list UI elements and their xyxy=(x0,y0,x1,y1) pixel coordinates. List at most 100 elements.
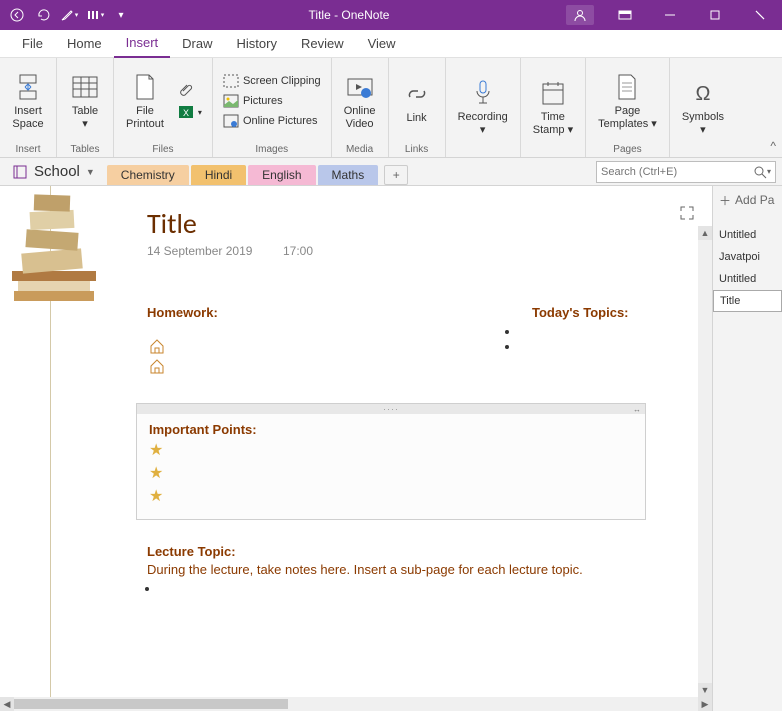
house-tag-icon[interactable] xyxy=(149,338,165,354)
group-pages: PageTemplates ▾ Pages xyxy=(586,58,670,157)
lecture-heading[interactable]: Lecture Topic: xyxy=(147,544,236,559)
symbols-button[interactable]: Ω Symbols▾ xyxy=(676,75,730,138)
group-tables: Table▾ Tables xyxy=(57,58,114,157)
title-bar: ▾ ▾ ▾ Title - OneNote xyxy=(0,0,782,30)
group-label-tables: Tables xyxy=(71,144,100,157)
group-label-images: Images xyxy=(255,144,288,157)
group-label-media: Media xyxy=(346,144,373,157)
group-recording: Recording▾ xyxy=(446,58,521,157)
group-label-files: Files xyxy=(152,144,173,157)
homework-heading[interactable]: Homework: xyxy=(147,305,218,320)
star-tag-icon[interactable]: ★ xyxy=(149,488,163,505)
scroll-left-button[interactable]: ◀ xyxy=(0,697,14,711)
house-tag-icon[interactable] xyxy=(149,358,165,374)
notebook-name: School xyxy=(34,163,80,180)
link-button[interactable]: Link xyxy=(395,76,439,127)
file-printout-icon xyxy=(129,71,161,103)
scroll-thumb[interactable] xyxy=(14,699,288,709)
tab-review[interactable]: Review xyxy=(289,30,356,58)
insert-space-button[interactable]: InsertSpace xyxy=(6,69,50,132)
page-title[interactable]: Title xyxy=(147,206,197,241)
scroll-down-button[interactable]: ▼ xyxy=(698,683,712,697)
paperclip-icon xyxy=(178,82,194,98)
search-input[interactable] xyxy=(601,166,753,178)
star-tag-icon[interactable]: ★ xyxy=(149,442,163,459)
qat-customize-icon[interactable]: ▾ xyxy=(110,4,132,26)
tab-history[interactable]: History xyxy=(225,30,289,58)
vertical-scrollbar[interactable]: ▲▼ xyxy=(698,226,712,697)
page-item[interactable]: Title xyxy=(713,290,782,312)
section-tab-hindi[interactable]: Hindi xyxy=(191,165,246,185)
note-container[interactable]: ····↔ Important Points: ★ ★ ★ xyxy=(136,403,646,520)
screen-clipping-button[interactable]: Screen Clipping xyxy=(219,72,325,90)
spreadsheet-icon: X xyxy=(178,104,194,120)
window-title: Title - OneNote xyxy=(132,8,566,22)
topics-heading[interactable]: Today's Topics: xyxy=(532,305,629,320)
symbols-icon: Ω xyxy=(687,77,719,109)
pictures-icon xyxy=(223,94,239,108)
columns-icon[interactable]: ▾ xyxy=(84,4,106,26)
section-tab-chemistry[interactable]: Chemistry xyxy=(107,165,189,185)
group-media: OnlineVideo Media xyxy=(332,58,389,157)
page-time[interactable]: 17:00 xyxy=(283,244,313,258)
link-label: Link xyxy=(407,112,427,125)
recording-button[interactable]: Recording▾ xyxy=(452,75,514,138)
important-heading[interactable]: Important Points: xyxy=(149,422,633,437)
page-canvas[interactable]: Title 14 September 2019 17:00 Homework: … xyxy=(0,186,712,711)
topics-list[interactable] xyxy=(520,324,524,354)
minimize-button[interactable] xyxy=(647,0,692,30)
online-video-button[interactable]: OnlineVideo xyxy=(338,69,382,132)
add-page-button[interactable]: ＋Add Pa xyxy=(713,186,782,214)
scroll-up-button[interactable]: ▲ xyxy=(698,226,712,240)
ribbon-display-button[interactable] xyxy=(602,0,647,30)
maximize-button[interactable] xyxy=(692,0,737,30)
screen-clipping-icon xyxy=(223,74,239,88)
group-symbols: Ω Symbols▾ xyxy=(670,58,736,157)
tab-draw[interactable]: Draw xyxy=(170,30,224,58)
container-grip[interactable]: ····↔ xyxy=(137,404,645,414)
page-date[interactable]: 14 September 2019 xyxy=(147,244,252,258)
tab-file[interactable]: File xyxy=(10,30,55,58)
fullscreen-button[interactable] xyxy=(680,206,694,223)
tab-insert[interactable]: Insert xyxy=(114,30,171,58)
tab-home[interactable]: Home xyxy=(55,30,114,58)
section-tab-english[interactable]: English xyxy=(248,165,315,185)
star-tag-icon[interactable]: ★ xyxy=(149,465,163,482)
group-images: Screen Clipping Pictures Online Pictures… xyxy=(213,58,332,157)
tab-view[interactable]: View xyxy=(356,30,408,58)
online-pictures-button[interactable]: Online Pictures xyxy=(219,112,325,130)
file-attach-button[interactable] xyxy=(174,80,206,100)
online-video-icon xyxy=(344,71,376,103)
spreadsheet-button[interactable]: X▾ xyxy=(174,102,206,122)
notebook-icon xyxy=(12,164,28,180)
page-item[interactable]: Javatpoi xyxy=(713,246,782,268)
group-insert: InsertSpace Insert xyxy=(0,58,57,157)
undo-button[interactable] xyxy=(32,4,54,26)
section-tab-maths[interactable]: Maths xyxy=(318,165,379,185)
account-avatar[interactable] xyxy=(566,5,594,25)
add-section-button[interactable]: + xyxy=(384,165,408,185)
ribbon-collapse-button[interactable]: ^ xyxy=(770,139,776,153)
recording-label: Recording▾ xyxy=(458,111,508,136)
lecture-text[interactable]: During the lecture, take notes here. Ins… xyxy=(147,562,583,577)
pictures-button[interactable]: Pictures xyxy=(219,92,325,110)
close-button[interactable] xyxy=(737,0,782,30)
search-box[interactable]: ▾ xyxy=(596,161,776,183)
symbols-label: Symbols▾ xyxy=(682,111,724,136)
page-item[interactable]: Untitled xyxy=(713,224,782,246)
back-button[interactable] xyxy=(6,4,28,26)
online-pictures-icon xyxy=(223,114,239,128)
page-templates-button[interactable]: PageTemplates ▾ xyxy=(592,69,663,132)
scroll-right-button[interactable]: ▶ xyxy=(698,697,712,711)
horizontal-scrollbar[interactable]: ◀▶ xyxy=(0,697,712,711)
timestamp-button[interactable]: TimeStamp ▾ xyxy=(527,75,579,138)
pen-icon[interactable]: ▾ xyxy=(58,4,80,26)
svg-text:X: X xyxy=(183,108,189,118)
svg-text:Ω: Ω xyxy=(695,83,710,105)
page-item[interactable]: Untitled xyxy=(713,268,782,290)
lecture-list[interactable] xyxy=(160,581,164,596)
group-files: FilePrintout X▾ Files xyxy=(114,58,213,157)
notebook-dropdown[interactable]: School ▼ xyxy=(6,161,101,182)
table-button[interactable]: Table▾ xyxy=(63,69,107,132)
file-printout-button[interactable]: FilePrintout xyxy=(120,69,170,132)
